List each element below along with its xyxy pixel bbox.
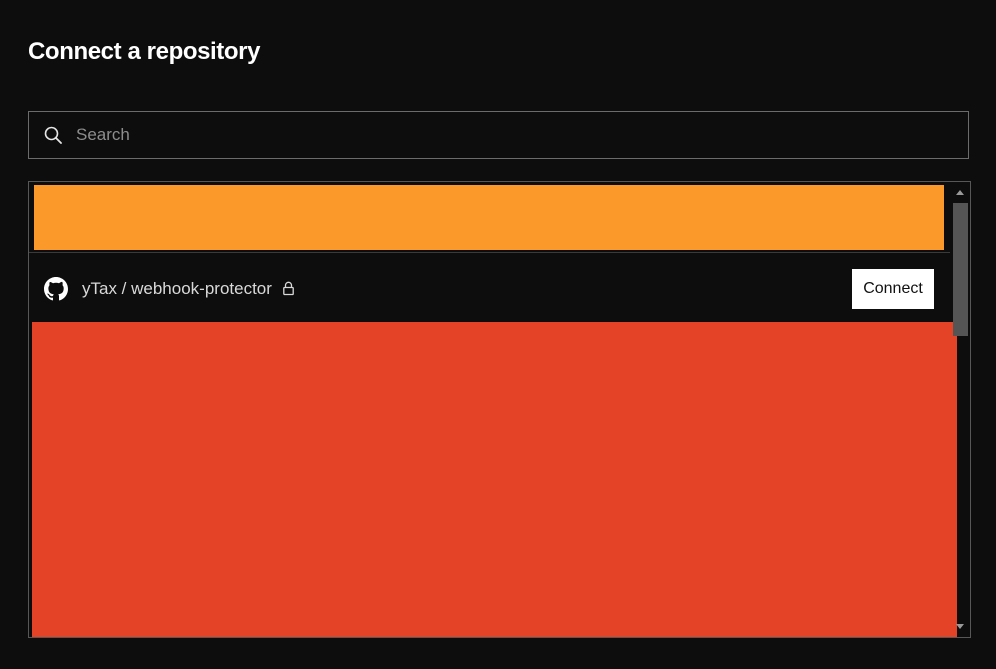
github-icon [44,276,68,301]
page-title: Connect a repository [28,38,261,65]
repository-row: yTax / webhook-protector Connect [29,254,950,323]
search-box[interactable] [28,111,969,159]
repository-list[interactable]: yTax / webhook-protector Connect [28,181,971,638]
list-scrollbar[interactable] [951,182,970,637]
scroll-down-arrow-icon[interactable] [956,624,964,629]
lock-icon [282,281,295,296]
connect-button[interactable]: Connect [852,269,934,309]
scroll-up-arrow-icon[interactable] [956,190,964,195]
scroll-thumb[interactable] [953,203,968,336]
row-divider [29,252,950,253]
connect-repository-page: Connect a repository yTax / webhook-prot… [0,0,996,669]
search-icon [44,126,62,144]
repository-name: yTax / webhook-protector [82,278,272,298]
redacted-repository-row [34,185,944,250]
redacted-repository-rows [32,322,957,637]
search-input[interactable] [74,111,968,159]
